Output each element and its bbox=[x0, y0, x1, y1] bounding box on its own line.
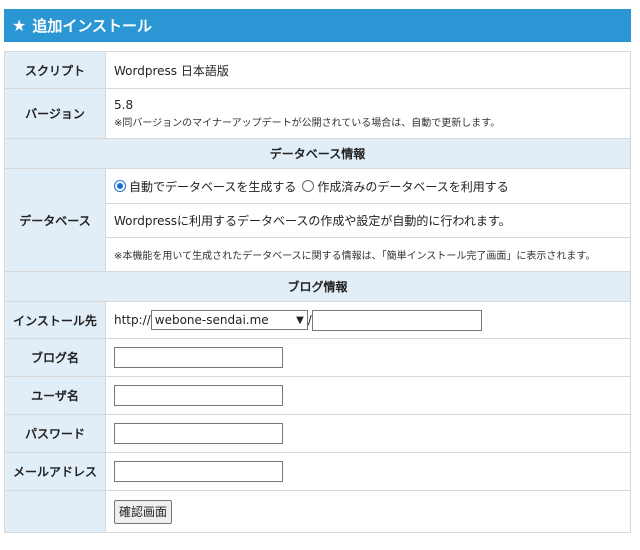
blog-name-input[interactable] bbox=[114, 347, 283, 368]
username-input[interactable] bbox=[114, 385, 283, 406]
install-form-page: ★ 追加インストール スクリプト Wordpress 日本語版 バージョン 5.… bbox=[0, 0, 640, 550]
db-section-row: データベース情報 bbox=[4, 138, 631, 169]
confirm-row: 確認画面 bbox=[4, 490, 631, 533]
install-dest-label: インストール先 bbox=[4, 301, 106, 339]
blog-section-title: ブログ情報 bbox=[4, 271, 631, 302]
email-label: メールアドレス bbox=[4, 452, 106, 491]
username-label: ユーザ名 bbox=[4, 376, 106, 415]
version-note: ※同バージョンのマイナーアップデートが公開されている場合は、自動で更新します。 bbox=[114, 118, 501, 129]
database-note: ※本機能を用いて生成されたデータベースに関する情報は、「簡単インストール完了画面… bbox=[105, 237, 631, 272]
blog-name-row: ブログ名 bbox=[4, 338, 631, 377]
version-row: バージョン 5.8 ※同バージョンのマイナーアップデートが公開されている場合は、… bbox=[4, 88, 631, 139]
database-description: Wordpressに利用するデータベースの作成や設定が自動的に行われます。 bbox=[105, 203, 631, 238]
domain-select[interactable]: webone-sendai.me ▼ bbox=[150, 310, 308, 330]
header-bar: ★ 追加インストール bbox=[4, 9, 631, 42]
password-label: パスワード bbox=[4, 414, 106, 453]
db-section-title: データベース情報 bbox=[4, 138, 631, 169]
database-option-row: データベース 自動でデータベースを生成する 作成済みのデータベースを利用する bbox=[4, 168, 631, 272]
confirm-button[interactable]: 確認画面 bbox=[114, 499, 173, 524]
url-prefix: http:// bbox=[114, 312, 151, 327]
radio-existing-db-label[interactable]: 作成済みのデータベースを利用する bbox=[317, 178, 508, 195]
blog-name-label: ブログ名 bbox=[4, 338, 106, 377]
version-label: バージョン bbox=[4, 88, 106, 139]
domain-select-value: webone-sendai.me bbox=[154, 313, 269, 327]
confirm-row-label bbox=[4, 490, 106, 533]
radio-auto-db[interactable] bbox=[114, 180, 126, 192]
database-radio-group: 自動でデータベースを生成する 作成済みのデータベースを利用する bbox=[114, 178, 622, 195]
install-form-table: スクリプト Wordpress 日本語版 バージョン 5.8 ※同バージョンのマ… bbox=[4, 51, 631, 533]
email-input[interactable] bbox=[114, 461, 283, 482]
email-row: メールアドレス bbox=[4, 452, 631, 491]
version-value: 5.8 bbox=[114, 98, 134, 112]
username-row: ユーザ名 bbox=[4, 376, 631, 415]
script-value: Wordpress 日本語版 bbox=[105, 51, 631, 89]
script-label: スクリプト bbox=[4, 51, 106, 89]
chevron-down-icon: ▼ bbox=[296, 314, 304, 326]
install-path-input[interactable] bbox=[311, 309, 482, 331]
blog-section-row: ブログ情報 bbox=[4, 271, 631, 302]
page-title: 追加インストール bbox=[32, 17, 153, 35]
script-row: スクリプト Wordpress 日本語版 bbox=[4, 51, 631, 89]
database-label: データベース bbox=[4, 168, 106, 272]
password-row: パスワード bbox=[4, 414, 631, 453]
radio-auto-db-label[interactable]: 自動でデータベースを生成する bbox=[129, 178, 296, 195]
password-input[interactable] bbox=[114, 423, 283, 444]
install-dest-row: インストール先 http://webone-sendai.me ▼ / bbox=[4, 301, 631, 339]
radio-existing-db[interactable] bbox=[302, 180, 315, 192]
star-icon: ★ bbox=[12, 16, 27, 35]
